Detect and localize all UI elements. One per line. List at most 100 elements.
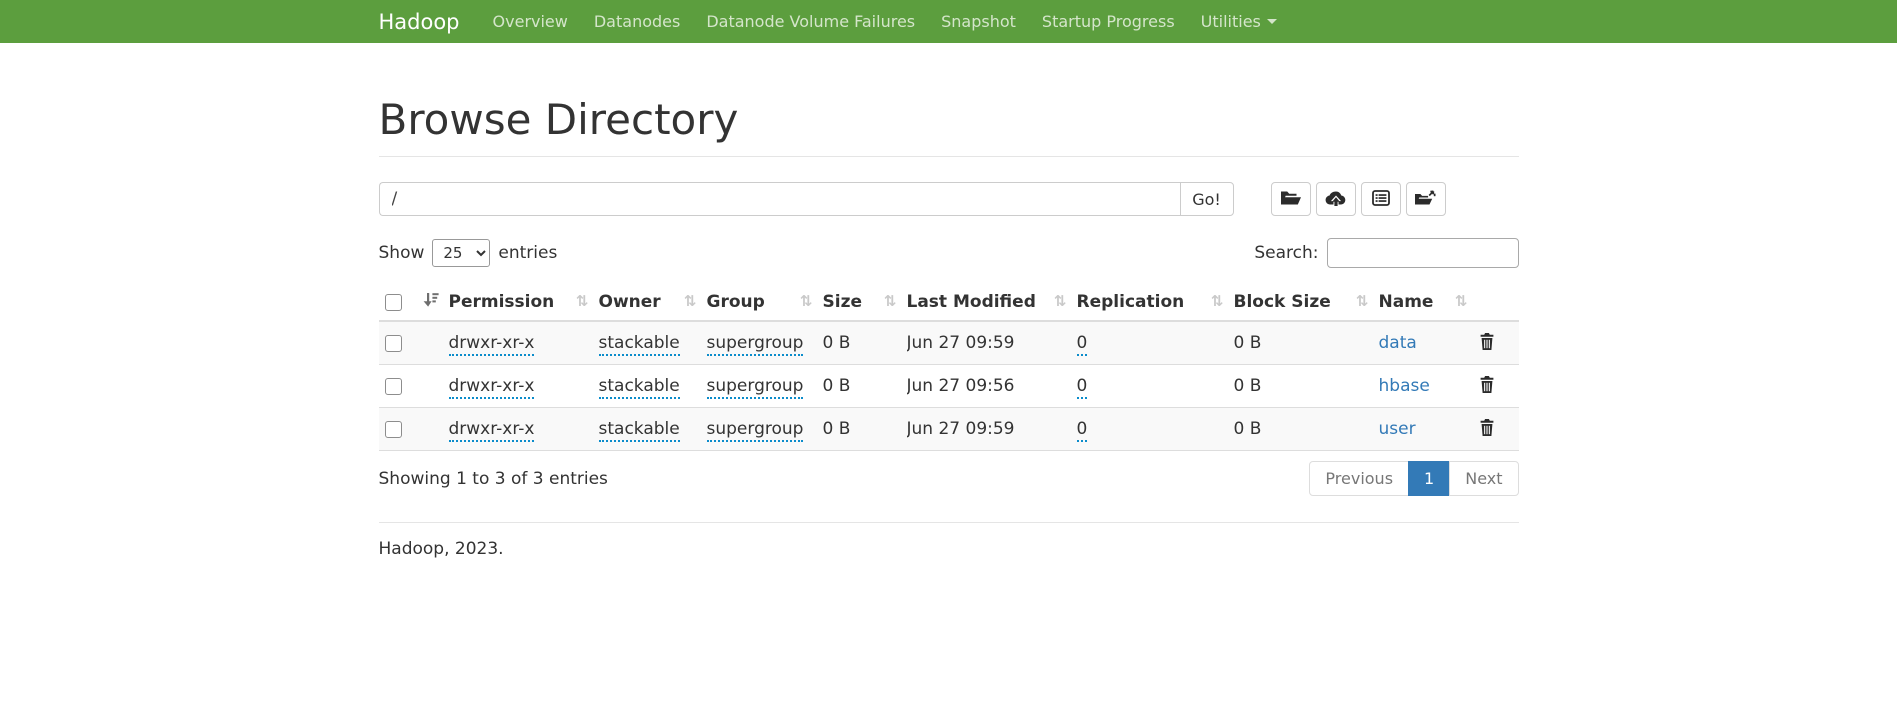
upload-files-button[interactable] <box>1316 182 1356 216</box>
sort-both-icon: ⇅ <box>576 292 589 310</box>
row-checkbox[interactable] <box>385 378 402 395</box>
chevron-down-icon <box>1267 19 1277 24</box>
search-control: Search: <box>1254 238 1518 268</box>
column-label: Permission <box>449 292 555 312</box>
footer-text: Hadoop, 2023. <box>379 539 1519 599</box>
nav-item-snapshot[interactable]: Snapshot <box>928 0 1029 43</box>
directory-path-input[interactable] <box>379 182 1180 216</box>
last-modified-cell: Jun 27 09:56 <box>907 376 1015 396</box>
nav-links: Overview Datanodes Datanode Volume Failu… <box>480 0 1290 43</box>
last-modified-cell: Jun 27 09:59 <box>907 333 1015 353</box>
replication-cell[interactable]: 0 <box>1077 333 1088 356</box>
size-cell: 0 B <box>823 419 851 439</box>
group-cell[interactable]: supergroup <box>707 333 804 356</box>
column-label: Size <box>823 292 863 312</box>
sort-both-icon: ⇅ <box>1356 292 1369 310</box>
row-checkbox[interactable] <box>385 421 402 438</box>
owner-cell[interactable]: stackable <box>599 419 680 442</box>
column-header-replication[interactable]: Replication ⇅ <box>1077 284 1234 321</box>
trash-icon <box>1480 338 1494 353</box>
path-toolbar: Go! <box>379 182 1519 216</box>
nav-item-startup-progress[interactable]: Startup Progress <box>1029 0 1188 43</box>
delete-button[interactable] <box>1478 331 1496 355</box>
permission-cell[interactable]: drwxr-xr-x <box>449 419 535 442</box>
pagination-page-1[interactable]: 1 <box>1408 461 1450 496</box>
column-header-owner[interactable]: Owner ⇅ <box>599 284 707 321</box>
divider <box>379 156 1519 157</box>
block-size-cell: 0 B <box>1234 376 1262 396</box>
nav-item-overview[interactable]: Overview <box>480 0 581 43</box>
go-button[interactable]: Go! <box>1180 182 1234 216</box>
page-title: Browse Directory <box>379 95 1519 144</box>
move-button[interactable] <box>1406 182 1446 216</box>
sort-both-icon: ⇅ <box>884 292 897 310</box>
select-all-checkbox[interactable] <box>385 294 402 311</box>
sort-both-icon: ⇅ <box>1211 292 1224 310</box>
folder-arrow-icon <box>1414 189 1437 209</box>
table-row: drwxr-xr-x stackable supergroup 0 B Jun … <box>379 408 1519 451</box>
column-header-group[interactable]: Group ⇅ <box>707 284 823 321</box>
column-header-block-size[interactable]: Block Size ⇅ <box>1234 284 1379 321</box>
table-row: drwxr-xr-x stackable supergroup 0 B Jun … <box>379 365 1519 408</box>
permission-cell[interactable]: drwxr-xr-x <box>449 376 535 399</box>
size-cell: 0 B <box>823 376 851 396</box>
column-header-name[interactable]: Name ⇅ <box>1379 284 1478 321</box>
nav-item-utilities[interactable]: Utilities <box>1188 0 1290 43</box>
column-header-size[interactable]: Size ⇅ <box>823 284 907 321</box>
show-label: Show <box>379 243 425 263</box>
column-label: Group <box>707 292 765 312</box>
replication-cell[interactable]: 0 <box>1077 419 1088 442</box>
entries-info: Showing 1 to 3 of 3 entries <box>379 469 608 489</box>
table-row: drwxr-xr-x stackable supergroup 0 B Jun … <box>379 321 1519 365</box>
search-input[interactable] <box>1327 238 1519 268</box>
table-controls: Show 25 entries Search: <box>379 238 1519 268</box>
delete-button[interactable] <box>1478 417 1496 441</box>
replication-cell[interactable]: 0 <box>1077 376 1088 399</box>
sort-amount-icon <box>423 292 439 312</box>
last-modified-cell: Jun 27 09:59 <box>907 419 1015 439</box>
nav-item-datanode-volume-failures[interactable]: Datanode Volume Failures <box>693 0 928 43</box>
create-directory-button[interactable] <box>1271 182 1311 216</box>
footer-divider <box>379 522 1519 523</box>
nav-item-datanodes[interactable]: Datanodes <box>581 0 693 43</box>
block-size-cell: 0 B <box>1234 419 1262 439</box>
select-all-header[interactable] <box>379 284 449 321</box>
directory-link[interactable]: data <box>1379 333 1417 353</box>
pagination-next[interactable]: Next <box>1449 461 1518 496</box>
table-footer: Showing 1 to 3 of 3 entries Previous 1 N… <box>379 461 1519 496</box>
row-checkbox[interactable] <box>385 335 402 352</box>
group-cell[interactable]: supergroup <box>707 419 804 442</box>
pagination-previous[interactable]: Previous <box>1309 461 1409 496</box>
open-folder-icon <box>1280 189 1302 209</box>
directory-table: Permission ⇅ Owner ⇅ Group ⇅ Size ⇅ Last… <box>379 284 1519 451</box>
column-label: Block Size <box>1234 292 1331 312</box>
page-size-select[interactable]: 25 <box>432 239 490 267</box>
entries-label: entries <box>498 243 557 263</box>
column-label: Replication <box>1077 292 1185 312</box>
cut-paste-button[interactable] <box>1361 182 1401 216</box>
show-entries-control: Show 25 entries <box>379 239 558 267</box>
owner-cell[interactable]: stackable <box>599 333 680 356</box>
directory-link[interactable]: hbase <box>1379 376 1430 396</box>
column-label: Last Modified <box>907 292 1036 312</box>
search-label: Search: <box>1254 243 1318 263</box>
size-cell: 0 B <box>823 333 851 353</box>
path-input-group: Go! <box>379 182 1234 216</box>
sort-both-icon: ⇅ <box>684 292 697 310</box>
permission-cell[interactable]: drwxr-xr-x <box>449 333 535 356</box>
sort-both-icon: ⇅ <box>1054 292 1067 310</box>
trash-icon <box>1480 424 1494 439</box>
cloud-upload-icon <box>1325 190 1347 209</box>
column-header-last-modified[interactable]: Last Modified ⇅ <box>907 284 1077 321</box>
directory-link[interactable]: user <box>1379 419 1416 439</box>
file-action-buttons <box>1271 182 1446 216</box>
top-navbar: Hadoop Overview Datanodes Datanode Volum… <box>0 0 1897 43</box>
delete-button[interactable] <box>1478 374 1496 398</box>
utilities-label: Utilities <box>1201 12 1261 31</box>
list-icon <box>1372 190 1390 209</box>
group-cell[interactable]: supergroup <box>707 376 804 399</box>
sort-both-icon: ⇅ <box>800 292 813 310</box>
brand-hadoop[interactable]: Hadoop <box>379 10 460 34</box>
column-header-permission[interactable]: Permission ⇅ <box>449 284 599 321</box>
owner-cell[interactable]: stackable <box>599 376 680 399</box>
